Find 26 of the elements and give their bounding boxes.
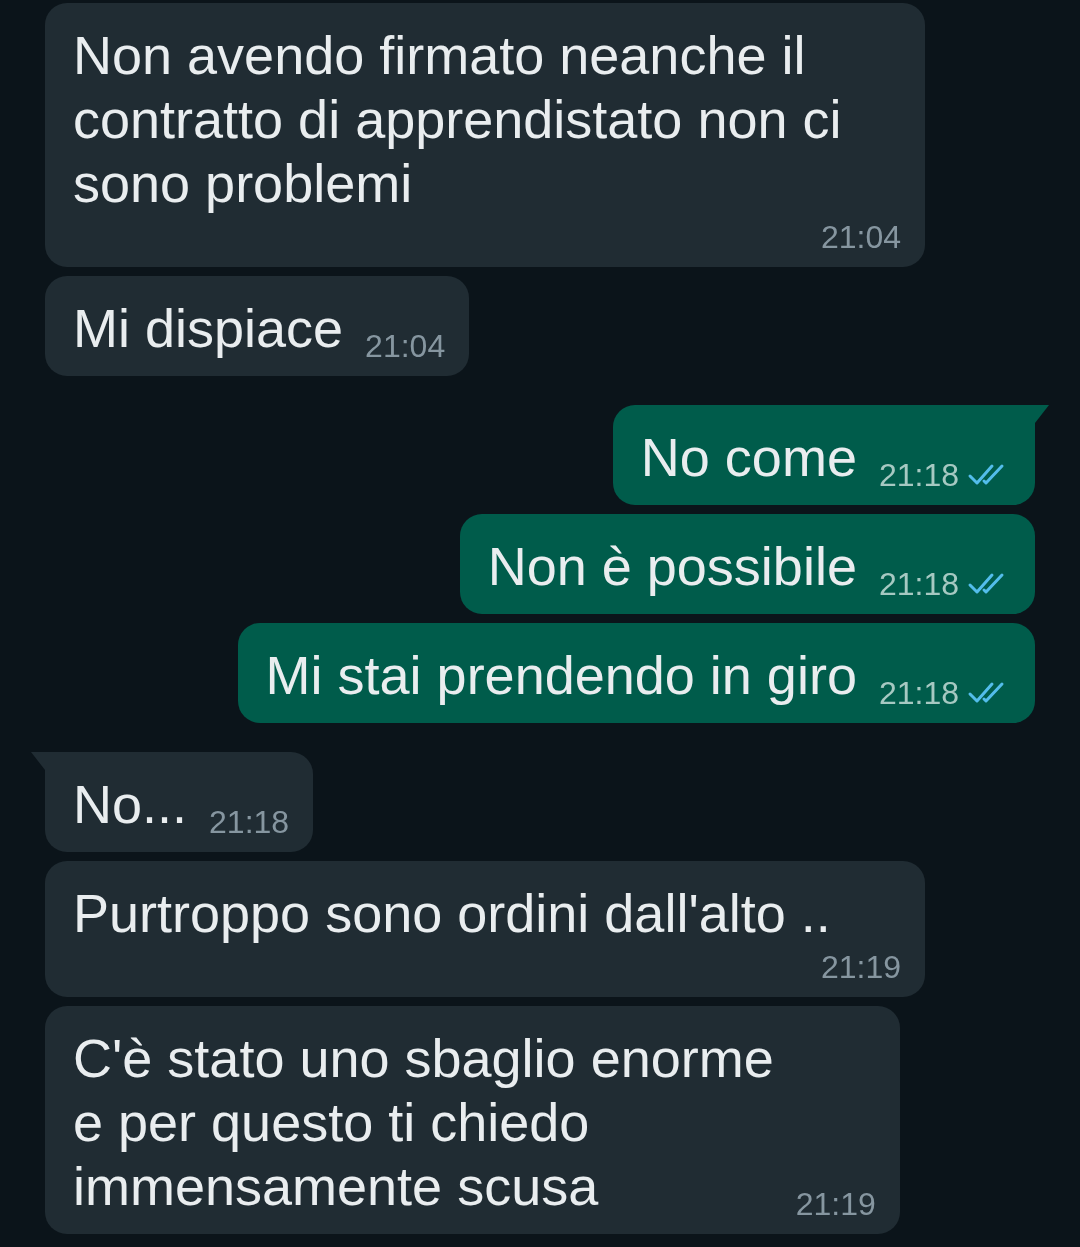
message-bubble[interactable]: Mi dispiace 21:04 xyxy=(45,276,470,376)
message-bubble[interactable]: Non è possibile 21:18 xyxy=(459,514,1035,614)
message-time: 21:18 xyxy=(209,804,290,840)
message-bubble[interactable]: Mi stai prendendo in giro 21:18 xyxy=(237,623,1035,723)
message-bubble[interactable]: C'è stato uno sbaglio enorme e per questo ti chiedo immensamente scusa 21:19 xyxy=(45,1006,900,1234)
message-bubble[interactable]: Purtroppo sono ordini dall'alto .. 21:19 xyxy=(45,861,925,997)
message-text: Non avendo firmato neanche il contratto di apprendistato non ci sono problemi xyxy=(73,24,843,215)
message-time: 21:19 xyxy=(795,1186,876,1222)
message-text: Purtroppo sono ordini dall'alto .. xyxy=(73,882,831,945)
message-time: 21:19 xyxy=(820,949,901,985)
message-text: C'è stato uno sbaglio enorme e per questo ti chiedo immensamente scusa xyxy=(73,1027,774,1218)
message-time: 21:18 xyxy=(878,457,959,493)
message-text: No... xyxy=(73,773,188,836)
message-text: Mi stai prendendo in giro xyxy=(265,644,857,707)
message-text: No come xyxy=(640,426,857,489)
message-time: 21:04 xyxy=(365,328,446,364)
message-text: Non è possibile xyxy=(487,535,857,598)
message-time: 21:18 xyxy=(878,675,959,711)
bubble-tail xyxy=(31,752,45,772)
message-bubble[interactable]: No come 21:18 xyxy=(612,405,1035,505)
message-bubble[interactable]: Non avendo firmato neanche il contratto di apprendistato non ci sono problemi 21:04 xyxy=(45,3,925,267)
bubble-tail xyxy=(1035,405,1049,425)
message-bubble[interactable]: No... 21:18 xyxy=(45,752,314,852)
message-text: Mi dispiace xyxy=(73,297,344,360)
message-time: 21:04 xyxy=(820,219,901,255)
message-time: 21:18 xyxy=(878,566,959,602)
